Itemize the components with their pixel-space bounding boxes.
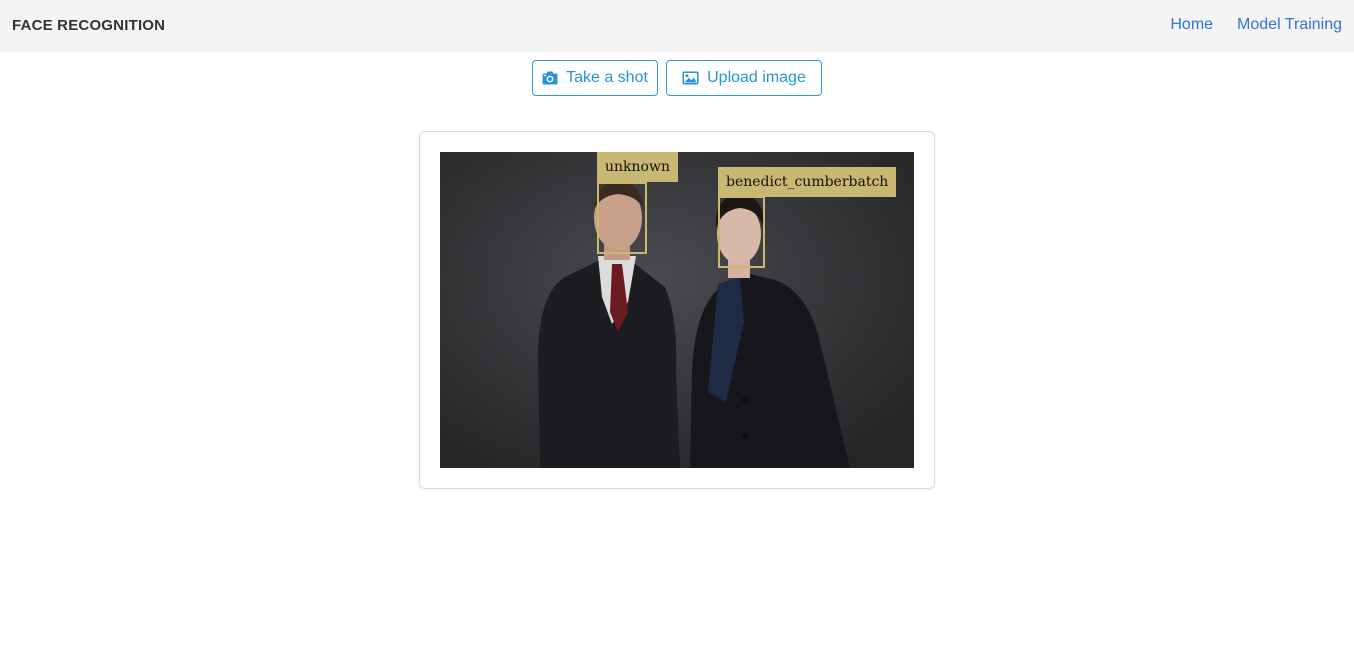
nav-links: Home Model Training — [1170, 16, 1342, 34]
brand-title: FACE RECOGNITION — [12, 17, 166, 34]
camera-icon — [542, 71, 558, 85]
result-card: unknown benedict_cumberbatch — [419, 131, 935, 489]
nav-link-home[interactable]: Home — [1170, 16, 1213, 34]
face-box-1 — [597, 182, 647, 254]
take-shot-button[interactable]: Take a shot — [532, 60, 658, 96]
face-label-2: benedict_cumberbatch — [718, 167, 897, 197]
take-shot-label: Take a shot — [566, 69, 648, 86]
face-label-1: unknown — [597, 152, 678, 182]
recognition-photo: unknown benedict_cumberbatch — [440, 152, 914, 468]
upload-image-button[interactable]: Upload image — [666, 60, 822, 96]
nav-link-model-training[interactable]: Model Training — [1237, 16, 1342, 34]
image-icon — [682, 71, 699, 85]
upload-image-label: Upload image — [707, 69, 806, 86]
navbar: FACE RECOGNITION Home Model Training — [0, 0, 1354, 52]
face-box-2 — [718, 196, 765, 268]
photo-scene — [440, 152, 914, 468]
